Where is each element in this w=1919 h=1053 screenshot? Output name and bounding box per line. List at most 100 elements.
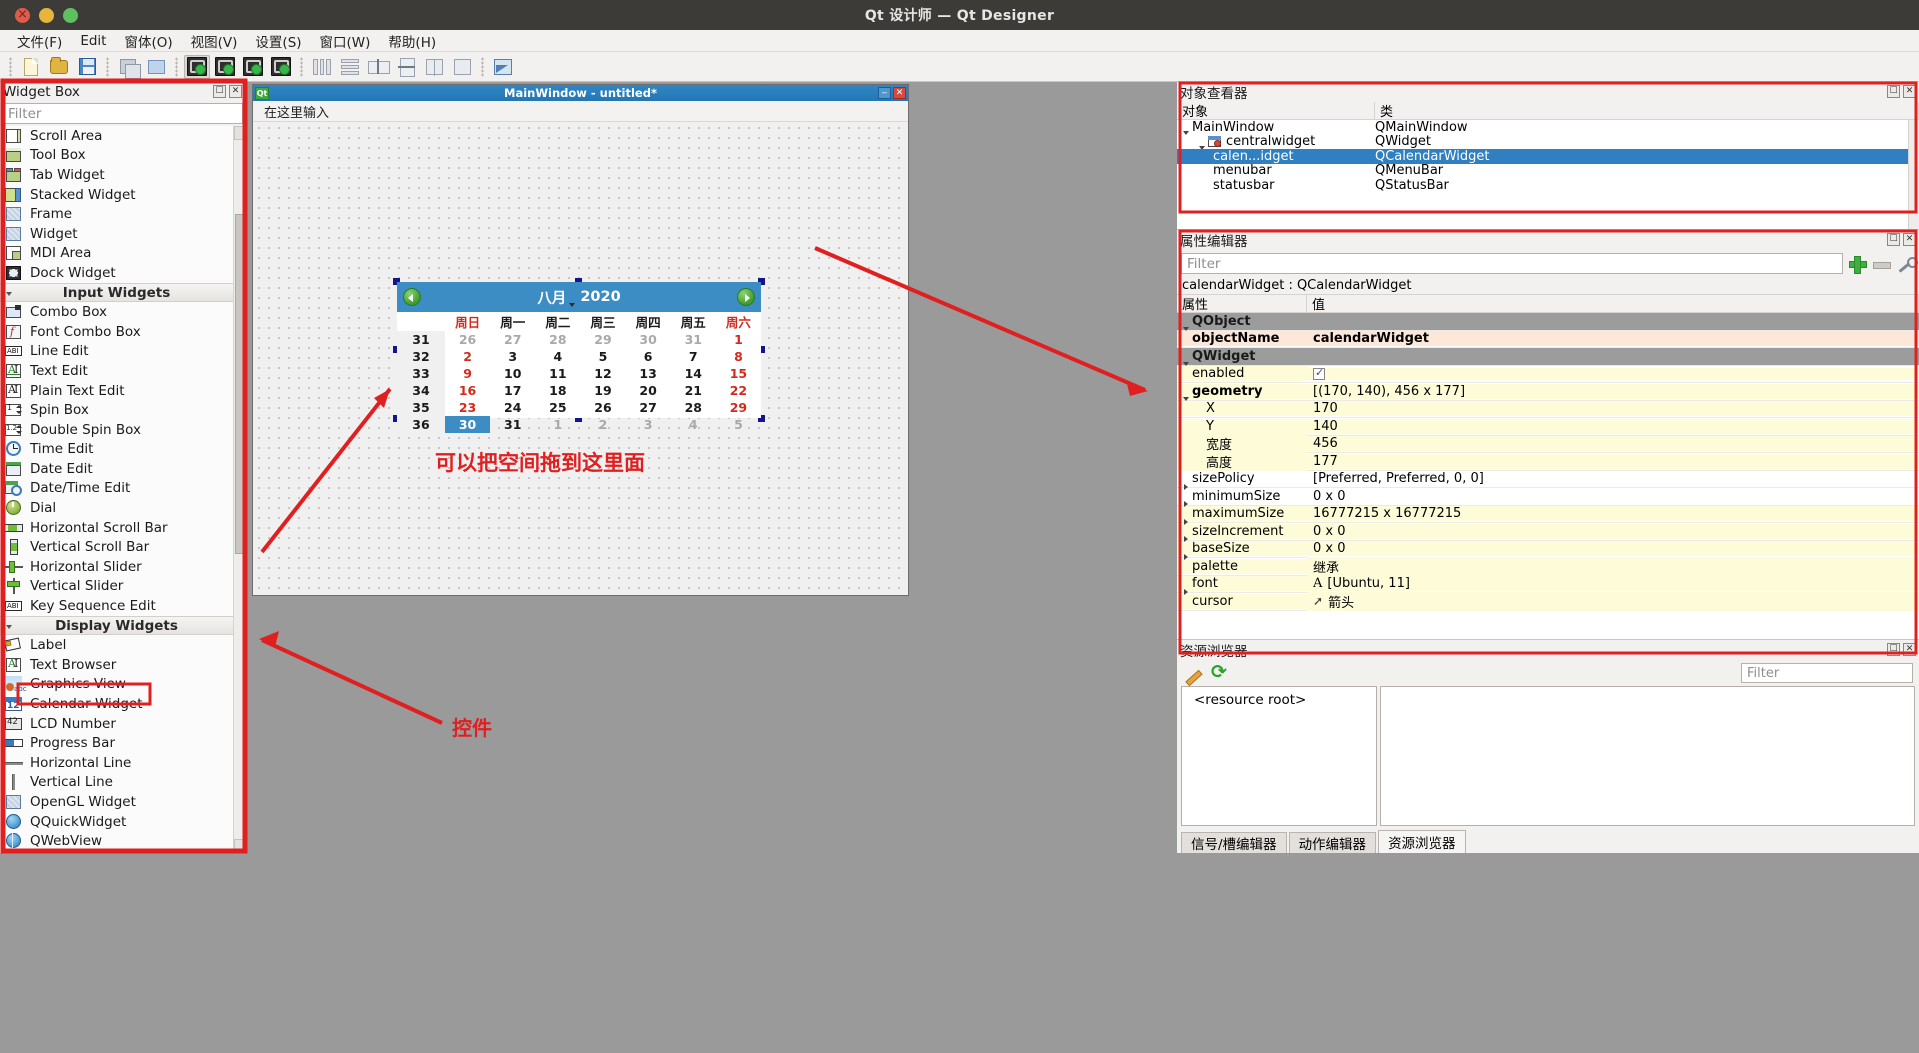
menu-settings[interactable]: 设置(S) [246,29,310,53]
scroll-up-arrow[interactable] [234,126,245,140]
form-menubar[interactable]: 在这里输入 [253,101,908,122]
calendar-month-selector[interactable]: 八月 [537,287,566,308]
resource-filter-input[interactable]: Filter [1741,663,1913,683]
widget-item-vertical-scroll-bar[interactable]: Vertical Scroll Bar [0,537,233,557]
resource-root-label[interactable]: <resource root> [1194,692,1306,708]
calendar-day-cell[interactable]: 26 [445,331,490,348]
calendar-day-cell[interactable]: 9 [445,365,490,382]
calendar-body[interactable]: 3126272829303113223456783391011121314153… [397,331,761,433]
calendar-day-cell[interactable]: 25 [535,399,580,416]
next-month-button[interactable] [737,288,755,306]
bottom-dock-tabs[interactable]: 信号/槽编辑器动作编辑器资源浏览器 [1177,829,1919,853]
widget-category-display-widgets[interactable]: Display Widgets [0,616,233,636]
property-row[interactable]: 高度177 [1177,453,1919,471]
resource-browser-toolbar[interactable]: ⟳ Filter [1177,660,1919,686]
calendar-day-cell[interactable]: 7 [671,348,716,365]
widget-item-line-edit[interactable]: ABILine Edit [0,342,233,362]
widget-item-progress-bar[interactable]: Progress Bar [0,733,233,753]
property-row[interactable]: baseSize0 x 0 [1177,541,1919,559]
new-form-button[interactable] [18,55,44,79]
menu-view[interactable]: 视图(V) [182,29,247,53]
edit-resources-icon[interactable] [1183,663,1203,683]
widget-item-text-edit[interactable]: AIText Edit [0,361,233,381]
enabled-checkbox[interactable] [1313,368,1325,380]
calendar-day-cell[interactable]: 29 [716,399,761,416]
calendar-day-cell[interactable]: 6 [626,348,671,365]
property-row[interactable]: enabled [1177,366,1919,384]
calendar-widget-selection[interactable]: 八月 2020 周日周一周二周三周四周五周六 31262728293031132… [393,278,765,422]
property-value-cell[interactable]: 0 x 0 [1307,541,1919,556]
calendar-day-cell[interactable]: 4 [671,416,716,433]
layout-form-button[interactable] [449,55,475,79]
layout-splitter-vertical-button[interactable] [393,55,419,79]
configure-property-editor-icon[interactable] [1895,254,1915,274]
widget-item-qquickwidget[interactable]: QQuickWidget [0,812,233,832]
column-header-value[interactable]: 值 [1307,295,1919,312]
widget-item-lcd-number[interactable]: 42LCD Number [0,714,233,734]
widget-item-horizontal-slider[interactable]: Horizontal Slider [0,557,233,577]
widget-item-stacked-widget[interactable]: Stacked Widget [0,185,233,205]
calendar-day-cell[interactable]: 2 [445,348,490,365]
save-form-button[interactable] [74,55,100,79]
calendar-day-cell[interactable]: 26 [580,399,625,416]
calendar-day-cell[interactable]: 30 [445,416,490,433]
property-row[interactable]: objectNamecalendarWidget [1177,331,1919,349]
main-toolbar[interactable] [0,52,1919,82]
calendar-day-cell[interactable]: 30 [626,331,671,348]
widget-item-font-combo-box[interactable]: fFont Combo Box [0,322,233,342]
object-tree-row[interactable]: menubarQMenuBar [1177,164,1919,179]
adjust-size-button[interactable] [490,55,516,79]
property-row[interactable]: QObject [1177,313,1919,331]
add-dynamic-property-icon[interactable] [1847,254,1867,274]
property-editor-toolbar[interactable]: Filter [1177,250,1919,277]
widget-item-key-sequence-edit[interactable]: ABIKey Sequence Edit [0,596,233,616]
calendar-day-cell[interactable]: 2 [580,416,625,433]
edit-signals-slots-button[interactable] [212,55,238,79]
widget-box-filter-input[interactable]: Filter [2,103,243,124]
property-row[interactable]: X170 [1177,401,1919,419]
property-value-cell[interactable]: 继承 [1307,557,1919,576]
calendar-day-cell[interactable]: 19 [580,382,625,399]
form-window[interactable]: Qt MainWindow - untitled* ‒ ✕ 在这里输入 [252,84,909,596]
object-tree-row[interactable]: calen...idgetQCalendarWidget [1177,149,1919,164]
widget-item-vertical-slider[interactable]: Vertical Slider [0,577,233,597]
widget-item-date-edit[interactable]: Date Edit [0,459,233,479]
form-menubar-placeholder[interactable]: 在这里输入 [259,100,334,123]
property-editor-close-button[interactable]: ✕ [1903,233,1916,246]
property-value-cell[interactable]: calendarWidget [1307,331,1919,346]
calendar-day-cell[interactable]: 16 [445,382,490,399]
widget-item-frame[interactable]: Frame [0,204,233,224]
calendar-day-cell[interactable]: 3 [626,416,671,433]
widget-box-list[interactable]: Scroll AreaTool BoxTab WidgetStacked Wid… [0,126,245,853]
widget-item-scroll-area[interactable]: Scroll Area [0,126,233,146]
object-inspector-float-button[interactable]: ☐ [1887,85,1900,98]
widget-item-horizontal-line[interactable]: Horizontal Line [0,753,233,773]
calendar-day-cell[interactable]: 14 [671,365,716,382]
calendar-grid[interactable]: 周日周一周二周三周四周五周六 3126272829303113223456783… [397,312,761,433]
menu-form[interactable]: 窗体(O) [115,29,181,53]
property-value-cell[interactable]: 0 x 0 [1307,489,1919,504]
calendar-day-cell[interactable]: 1 [716,331,761,348]
calendar-day-cell[interactable]: 27 [490,331,535,348]
widget-item-dial[interactable]: Dial [0,498,233,518]
reload-resources-icon[interactable]: ⟳ [1211,663,1231,683]
calendar-day-cell[interactable]: 29 [580,331,625,348]
property-value-cell[interactable]: ➚箭头 [1307,592,1919,611]
calendar-day-cell[interactable]: 4 [535,348,580,365]
widget-box-scroll-thumb[interactable] [235,214,245,554]
object-tree-row[interactable]: statusbarQStatusBar [1177,178,1919,193]
column-header-class[interactable]: 类 [1375,102,1919,119]
calendar-day-cell[interactable]: 27 [626,399,671,416]
copy-button[interactable] [115,55,141,79]
property-row[interactable]: sizePolicy[Preferred, Preferred, 0, 0] [1177,471,1919,489]
widget-item-double-spin-box[interactable]: 1.2Double Spin Box [0,420,233,440]
property-value-cell[interactable]: 140 [1307,419,1919,434]
property-value-cell[interactable]: 177 [1307,454,1919,469]
property-value-cell[interactable]: 16777215 x 16777215 [1307,506,1919,521]
widget-item-label[interactable]: Label [0,635,233,655]
object-inspector-close-button[interactable]: ✕ [1903,85,1916,98]
widget-item-time-edit[interactable]: Time Edit [0,440,233,460]
widget-item-tab-widget[interactable]: Tab Widget [0,165,233,185]
widget-item-graphics-view[interactable]: abcGraphics View [0,675,233,695]
property-row[interactable]: sizeIncrement0 x 0 [1177,523,1919,541]
